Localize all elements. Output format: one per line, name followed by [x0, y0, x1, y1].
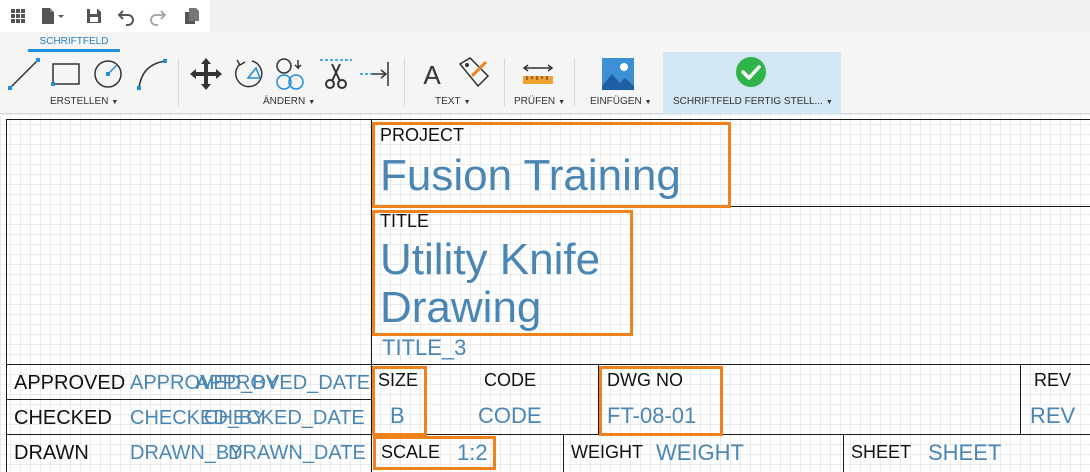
finish-title-block-button[interactable]: SCHRIFTFELD FERTIG STELL... ▼	[663, 52, 841, 114]
size-highlight-box	[372, 366, 427, 436]
tab-schriftfeld[interactable]: SCHRIFTFELD	[28, 32, 120, 52]
divider-approved-checked	[6, 399, 372, 400]
title3-value[interactable]: TITLE_3	[382, 337, 466, 359]
active-tab-indicator	[28, 49, 120, 52]
app-grid-icon[interactable]	[8, 6, 28, 26]
group-separator	[404, 58, 405, 106]
file-menu-icon[interactable]	[38, 6, 68, 26]
group-create-label[interactable]: ERSTELLEN ▼	[50, 96, 118, 107]
border-top	[6, 119, 1090, 120]
line-icon[interactable]	[6, 56, 42, 92]
insert-image-icon[interactable]	[600, 56, 636, 92]
tab-schriftfeld-label: SCHRIFTFELD	[39, 36, 109, 47]
group-finish-label: SCHRIFTFELD FERTIG STELL... ▼	[673, 96, 833, 107]
sheet-label: SHEET	[851, 442, 912, 462]
checked-label: CHECKED	[14, 407, 112, 429]
move-icon[interactable]	[188, 56, 224, 92]
save-icon[interactable]	[84, 6, 104, 26]
approved-label: APPROVED	[14, 372, 126, 394]
code-value[interactable]: CODE	[478, 405, 542, 427]
rev-value[interactable]: REV	[1030, 405, 1075, 427]
copy-icon[interactable]	[272, 56, 308, 92]
drawing-canvas[interactable]: PROJECT Fusion Training TITLE Utility Kn…	[0, 114, 1090, 472]
project-highlight-box	[372, 122, 731, 208]
divider-weight	[563, 434, 564, 472]
drawn-label: DRAWN	[14, 442, 89, 464]
rotate-icon[interactable]	[230, 56, 266, 92]
arc-icon[interactable]	[134, 56, 170, 92]
sheet-value[interactable]: SHEET	[928, 442, 1001, 464]
weight-value[interactable]: WEIGHT	[656, 442, 744, 464]
group-modify-label[interactable]: ÄNDERN ▼	[263, 96, 315, 107]
group-separator	[504, 58, 505, 106]
border-left	[6, 119, 7, 472]
group-insert-label[interactable]: EINFÜGEN ▼	[590, 96, 652, 107]
divider-sheet	[843, 434, 844, 472]
dwg-no-highlight-box	[599, 366, 723, 436]
drawn-date-value[interactable]: DRAWN_DATE	[228, 443, 366, 463]
group-separator	[574, 58, 575, 106]
quick-access-area	[0, 0, 210, 32]
title-highlight-box	[372, 210, 633, 336]
divider-bottom-row	[6, 434, 1090, 435]
extend-icon[interactable]	[358, 56, 394, 92]
trim-icon[interactable]	[318, 56, 354, 92]
text-icon[interactable]: A	[414, 56, 450, 92]
drawn-by-value[interactable]: DRAWN_BY	[130, 443, 243, 463]
group-check-label[interactable]: PRÜFEN ▼	[514, 96, 565, 107]
checkmark-icon	[736, 57, 766, 87]
weight-label: WEIGHT	[571, 442, 643, 462]
undo-icon[interactable]	[116, 6, 136, 26]
scale-highlight-box	[373, 436, 496, 470]
approved-date-value[interactable]: APPROVED_DATE	[196, 373, 370, 393]
rev-label: REV	[1034, 370, 1072, 390]
divider-rev	[1020, 364, 1021, 434]
code-label: CODE	[484, 370, 537, 390]
redo-icon[interactable]	[148, 6, 168, 26]
circle-icon[interactable]	[90, 56, 126, 92]
text-edit-icon[interactable]	[456, 56, 492, 92]
group-separator	[178, 58, 179, 106]
svg-text:A: A	[423, 60, 441, 90]
quick-access-toolbar	[0, 0, 1090, 32]
copy-document-icon[interactable]	[182, 6, 202, 26]
measure-icon[interactable]	[520, 56, 556, 92]
ribbon: SCHRIFTFELD ERSTELLEN ▼ ÄNDERN ▼ A TEXT …	[0, 32, 1090, 114]
checked-date-value[interactable]: CHECKED_DATE	[204, 408, 365, 428]
group-text-label[interactable]: TEXT ▼	[435, 96, 471, 107]
rectangle-icon[interactable]	[48, 56, 84, 92]
divider-title-row	[6, 364, 1090, 365]
